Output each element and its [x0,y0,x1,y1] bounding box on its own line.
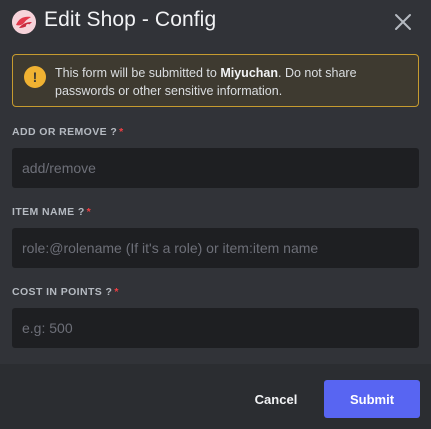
submit-button[interactable]: Submit [324,380,420,418]
warning-app-name: Miyuchan [220,66,278,80]
modal-header: Edit Shop - Config [0,0,431,46]
field-label-item-name: ITEM NAME ? * [12,206,91,218]
warning-text-prefix: This form will be submitted to [55,66,221,80]
modal-title: Edit Shop - Config [44,8,217,31]
field-label-text: COST IN POINTS ? [12,286,113,298]
field-label-cost-in-points: COST IN POINTS ? * [12,286,119,298]
warning-banner: ! This form will be submitted to Miyucha… [12,54,419,107]
field-label-text: ADD OR REMOVE ? [12,126,118,138]
field-label-add-or-remove: ADD OR REMOVE ? * [12,126,124,138]
warning-text: This form will be submitted to Miyuchan.… [55,64,410,100]
add-or-remove-input[interactable] [12,148,419,188]
close-icon[interactable] [392,11,414,33]
required-mark: * [119,126,124,138]
item-name-input[interactable] [12,228,419,268]
cost-in-points-input[interactable] [12,308,419,348]
modal-dialog: Edit Shop - Config ! This form will be s… [0,0,431,429]
warning-icon-glyph: ! [32,69,38,85]
field-label-text: ITEM NAME ? [12,206,85,218]
miyuchan-avatar-icon [12,10,36,34]
required-mark: * [86,206,92,218]
cancel-button[interactable]: Cancel [238,380,314,418]
modal-footer: Cancel Submit [0,364,431,429]
warning-icon: ! [24,66,46,88]
required-mark: * [114,286,119,298]
